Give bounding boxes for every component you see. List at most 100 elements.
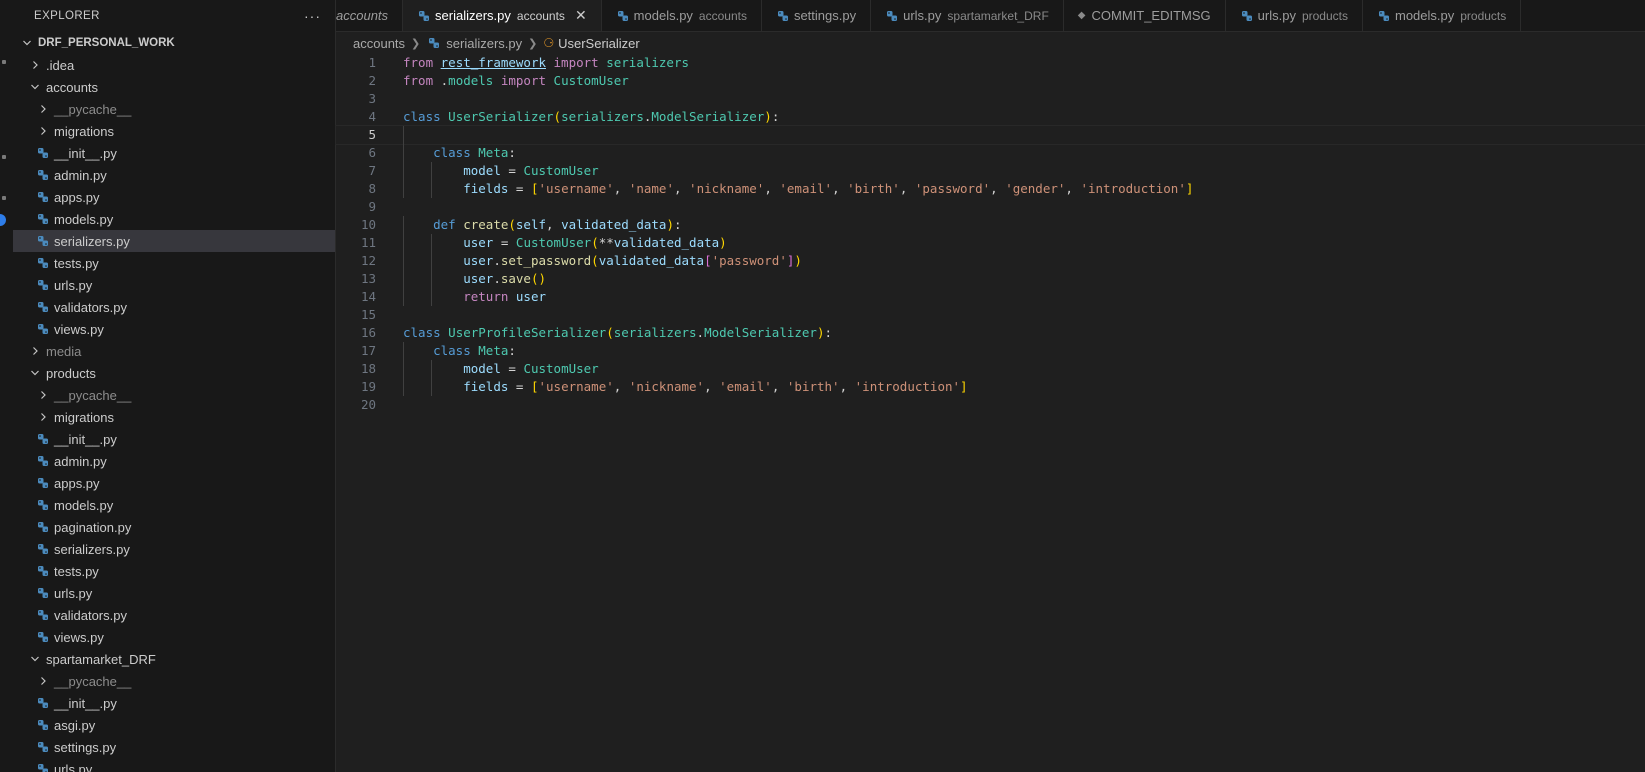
code-line[interactable]: 13 user.save() bbox=[336, 270, 1645, 288]
code-line[interactable]: 8 fields = ['username', 'name', 'nicknam… bbox=[336, 180, 1645, 198]
tree-file[interactable]: views.py bbox=[13, 318, 335, 340]
tree-file[interactable]: __init__.py bbox=[13, 142, 335, 164]
tree-file[interactable]: models.py bbox=[13, 494, 335, 516]
editor-tab[interactable]: serializers.py accounts ✕ bbox=[403, 0, 602, 31]
python-icon bbox=[35, 763, 51, 772]
tree-item-label: views.py bbox=[54, 629, 104, 645]
tree-item-label: tests.py bbox=[54, 563, 99, 579]
python-icon bbox=[35, 741, 51, 753]
code-line[interactable]: 16 class UserProfileSerializer(serializer… bbox=[336, 324, 1645, 342]
tree-file[interactable]: views.py bbox=[13, 626, 335, 648]
python-icon bbox=[35, 257, 51, 269]
code-line[interactable]: 12 user.set_password(validated_data['pas… bbox=[336, 252, 1645, 270]
code-line[interactable]: 19 fields = ['username', 'nickname', 'em… bbox=[336, 378, 1645, 396]
python-icon bbox=[1377, 10, 1391, 22]
tree-file[interactable]: urls.py bbox=[13, 582, 335, 604]
code-text: class UserProfileSerializer(serializers.… bbox=[403, 325, 833, 340]
editor-tab[interactable]: models.py products bbox=[1363, 0, 1522, 31]
tree-folder[interactable]: media bbox=[13, 340, 335, 362]
tree-folder[interactable]: __pycache__ bbox=[13, 670, 335, 692]
tree-item-label: apps.py bbox=[54, 189, 100, 205]
tree-file[interactable]: apps.py bbox=[13, 472, 335, 494]
tree-item-label: validators.py bbox=[54, 607, 127, 623]
code-line[interactable]: 5 bbox=[335, 125, 1645, 145]
tree-file[interactable]: admin.py bbox=[13, 164, 335, 186]
tree-file[interactable]: serializers.py bbox=[13, 538, 335, 560]
tab-label: COMMIT_EDITMSG bbox=[1091, 8, 1211, 23]
code-line[interactable]: 7 model = CustomUser bbox=[336, 162, 1645, 180]
code-line[interactable]: 18 model = CustomUser bbox=[336, 360, 1645, 378]
tree-file[interactable]: serializers.py bbox=[13, 230, 335, 252]
tab-label: serializers.py bbox=[435, 8, 511, 23]
tree-folder[interactable]: spartamarket_DRF bbox=[13, 648, 335, 670]
tree-folder[interactable]: accounts bbox=[13, 76, 335, 98]
python-icon bbox=[35, 191, 51, 203]
workspace-root[interactable]: DRF_PERSONAL_WORK bbox=[13, 32, 335, 54]
tree-folder[interactable]: migrations bbox=[13, 120, 335, 142]
code-line[interactable]: 11 user = CustomUser(**validated_data) bbox=[336, 234, 1645, 252]
code-line[interactable]: 3 bbox=[336, 90, 1645, 108]
tree-file[interactable]: models.py bbox=[13, 208, 335, 230]
editor-tab[interactable]: urls.py spartamarket_DRF bbox=[871, 0, 1064, 31]
code-line[interactable]: 15 bbox=[336, 306, 1645, 324]
tab-label: models.py bbox=[633, 8, 693, 23]
tree-file[interactable]: tests.py bbox=[13, 252, 335, 274]
tree-folder[interactable]: __pycache__ bbox=[13, 98, 335, 120]
more-actions-icon[interactable]: ··· bbox=[304, 8, 321, 24]
tree-item-label: products bbox=[46, 365, 96, 381]
code-line[interactable]: 9 bbox=[336, 198, 1645, 216]
python-icon bbox=[417, 10, 431, 22]
tree-folder[interactable]: .idea bbox=[13, 54, 335, 76]
breadcrumb-symbol[interactable]: UserSerializer bbox=[558, 36, 640, 51]
code-line[interactable]: 10 def create(self, validated_data): bbox=[336, 216, 1645, 234]
editor-tab[interactable]: settings.py bbox=[762, 0, 872, 31]
close-icon[interactable]: ✕ bbox=[575, 7, 587, 24]
tree-item-label: __pycache__ bbox=[54, 101, 132, 117]
tree-file[interactable]: validators.py bbox=[13, 296, 335, 318]
tree-file[interactable]: validators.py bbox=[13, 604, 335, 626]
line-number: 1 bbox=[368, 55, 376, 70]
activity-icon[interactable] bbox=[2, 60, 6, 64]
explorer-title: EXPLORER bbox=[34, 10, 100, 22]
line-number: 13 bbox=[360, 271, 376, 286]
editor-tab[interactable]: models.py accounts bbox=[602, 0, 762, 31]
code-line[interactable]: 2 from .models import CustomUser bbox=[336, 72, 1645, 90]
editor-tab[interactable]: accounts bbox=[336, 0, 404, 31]
tree-folder[interactable]: products bbox=[13, 362, 335, 384]
tree-file[interactable]: __init__.py bbox=[13, 692, 335, 714]
breadcrumb-folder[interactable]: accounts bbox=[353, 36, 405, 51]
code-line[interactable]: 1 from rest_framework import serializers bbox=[336, 54, 1645, 72]
code-line[interactable]: 20 bbox=[336, 396, 1645, 414]
editor-tab[interactable]: ◆ COMMIT_EDITMSG bbox=[1064, 0, 1226, 31]
code-line[interactable]: 14 return user bbox=[336, 288, 1645, 306]
explorer-sidebar: EXPLORER ··· DRF_PERSONAL_WORK .idea acco… bbox=[13, 0, 336, 772]
tree-file[interactable]: urls.py bbox=[13, 274, 335, 296]
tree-file[interactable]: __init__.py bbox=[13, 428, 335, 450]
tree-file[interactable]: asgi.py bbox=[13, 714, 335, 736]
tree-file[interactable]: tests.py bbox=[13, 560, 335, 582]
tree-file[interactable]: urls.py bbox=[13, 758, 335, 772]
python-icon bbox=[35, 169, 51, 181]
workspace-root-label: DRF_PERSONAL_WORK bbox=[38, 37, 175, 49]
code-line[interactable]: 4 class UserSerializer(serializers.ModelS… bbox=[336, 108, 1645, 126]
python-icon bbox=[776, 10, 790, 22]
tree-file[interactable]: pagination.py bbox=[13, 516, 335, 538]
activity-icon[interactable] bbox=[2, 196, 6, 200]
tree-file[interactable]: admin.py bbox=[13, 450, 335, 472]
editor-tab[interactable]: urls.py products bbox=[1226, 0, 1363, 31]
code-line[interactable]: 6 class Meta: bbox=[336, 144, 1645, 162]
tree-item-label: migrations bbox=[54, 123, 114, 139]
tree-folder[interactable]: migrations bbox=[13, 406, 335, 428]
tree-file[interactable]: apps.py bbox=[13, 186, 335, 208]
activity-icon[interactable] bbox=[2, 155, 6, 159]
code-line[interactable]: 17 class Meta: bbox=[336, 342, 1645, 360]
tree-file[interactable]: settings.py bbox=[13, 736, 335, 758]
code-editor[interactable]: 1 from rest_framework import serializers 2… bbox=[335, 54, 1645, 772]
tree-item-label: migrations bbox=[54, 409, 114, 425]
tree-folder[interactable]: __pycache__ bbox=[13, 384, 335, 406]
breadcrumb-file[interactable]: serializers.py bbox=[446, 36, 522, 51]
tree-item-label: models.py bbox=[54, 211, 114, 227]
tree-item-label: serializers.py bbox=[54, 541, 130, 557]
chevron-right-icon bbox=[35, 126, 51, 136]
chevron-right-icon bbox=[35, 676, 51, 686]
